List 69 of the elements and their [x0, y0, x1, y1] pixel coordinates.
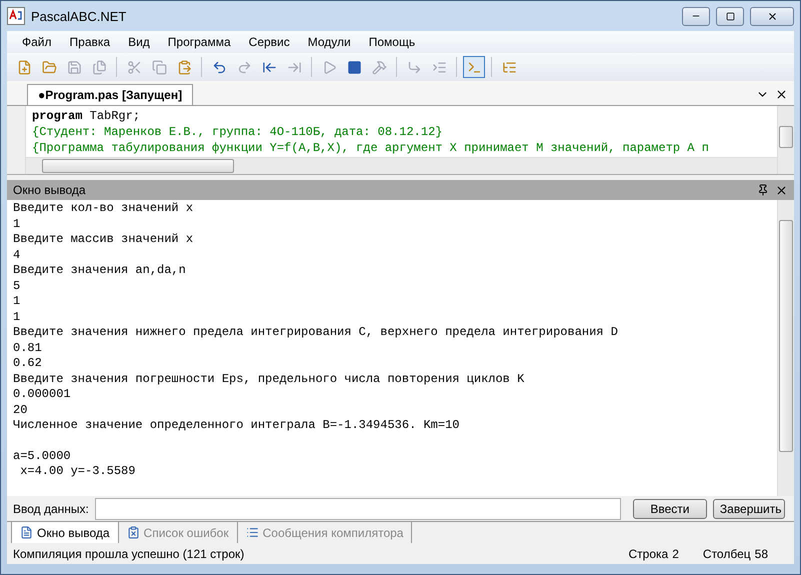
cut-icon: [126, 60, 142, 74]
menu-item[interactable]: Вид: [119, 32, 159, 52]
column-value: 58: [754, 547, 768, 561]
output-line: a=5.0000: [13, 448, 72, 464]
redo-icon: [236, 60, 252, 74]
output-line: 20: [13, 402, 28, 418]
output-line: 1: [13, 294, 22, 310]
close-icon[interactable]: [775, 184, 788, 196]
output-line: 0.62: [13, 356, 43, 372]
status-message: Компиляция прошла успешно (121 строк): [13, 547, 246, 561]
paste-icon: [176, 60, 192, 74]
output-line: 1: [13, 310, 22, 325]
code-line: program TabRgr;: [32, 108, 142, 124]
finish-button[interactable]: Завершить: [712, 498, 785, 518]
output-line: Введите значения an,da,n: [13, 263, 187, 278]
pin-icon[interactable]: [757, 184, 769, 196]
output-line: x=4.00 y=-3.5589: [19, 464, 136, 480]
column-label: Столбец: [702, 547, 751, 561]
close-icon: [766, 10, 778, 22]
output-line: 4: [13, 248, 22, 263]
open-icon: [42, 60, 56, 74]
vertical-scrollbar[interactable]: [777, 106, 794, 174]
horizontal-scrollbar[interactable]: [26, 157, 777, 174]
build-icon: [372, 60, 386, 74]
close-button[interactable]: [750, 6, 794, 26]
app-logo-icon: [7, 7, 25, 25]
input-label: Ввод данных:: [13, 502, 89, 516]
minimize-button[interactable]: [682, 6, 710, 26]
output-line: Введите кол-во значений x: [13, 201, 194, 216]
output-line: Численное значение определенного интеграла B=-1.3494536. Km=10: [13, 418, 460, 434]
panel-title: Окно вывода: [13, 183, 87, 197]
menu-item[interactable]: Модули: [298, 32, 360, 52]
save-icon: [66, 60, 82, 74]
menu-item[interactable]: Программа: [158, 32, 240, 52]
menu-item[interactable]: Правка: [60, 32, 120, 52]
menu-item[interactable]: Помощь: [360, 32, 424, 52]
output-icon: [20, 526, 33, 539]
vertical-scrollbar[interactable]: [777, 200, 794, 496]
close-icon[interactable]: [775, 88, 788, 101]
input-field[interactable]: [94, 498, 621, 520]
output-line: Введите значения погрешности Eps, предельного числа повторения циклов K: [13, 372, 526, 387]
messages-icon: [246, 526, 259, 539]
output-line: Введите массив значений x: [13, 232, 194, 248]
code-line: {Программа табулирования функции Y=f(A,B,X), где аргумент X принимает M значений, параметр A п: [32, 140, 710, 156]
row-value: 2: [672, 547, 679, 561]
new-icon: [16, 60, 32, 74]
maximize-icon: [726, 12, 734, 20]
code-editor[interactable]: program TabRgr; {Студент: Маренков Е.В., группа: 4О-110Б, дата: 08.12.12} {Программа табулирования функции Y=f(A,B,X), где аргумент X принимает M значений, параметр A п: [7, 106, 794, 175]
maximize-button[interactable]: [716, 6, 744, 26]
panel-tab[interactable]: Окно вывода: [11, 522, 119, 543]
code-line: {Студент: Маренков Е.В., группа: 4О-110Б, дата: 08.12.12}: [32, 124, 444, 140]
output-line: Введите значения нижнего предела интегрирования C, верхнего предела интегрирования D: [13, 325, 619, 340]
row-label: Строка: [628, 547, 668, 561]
menu-item[interactable]: Файл: [13, 32, 61, 52]
window-title: PascalABC.NET: [31, 8, 128, 24]
copy-icon: [152, 60, 166, 74]
enter-button[interactable]: Ввести: [632, 498, 707, 518]
console-toolbar-button[interactable]: [463, 56, 485, 78]
menu-item[interactable]: Сервис: [240, 32, 299, 52]
output-line: 1: [13, 216, 22, 232]
output-line: 0.81: [13, 340, 43, 356]
undo-icon: [212, 60, 226, 74]
output-line: 0.000001: [13, 387, 72, 402]
console-icon: [466, 60, 482, 74]
errors-icon: [126, 526, 140, 539]
run-icon: [322, 60, 336, 74]
document-tab[interactable]: ●Program.pas [Запущен]: [27, 84, 194, 105]
stop-icon: [346, 60, 362, 74]
output-line: 5: [13, 278, 22, 294]
